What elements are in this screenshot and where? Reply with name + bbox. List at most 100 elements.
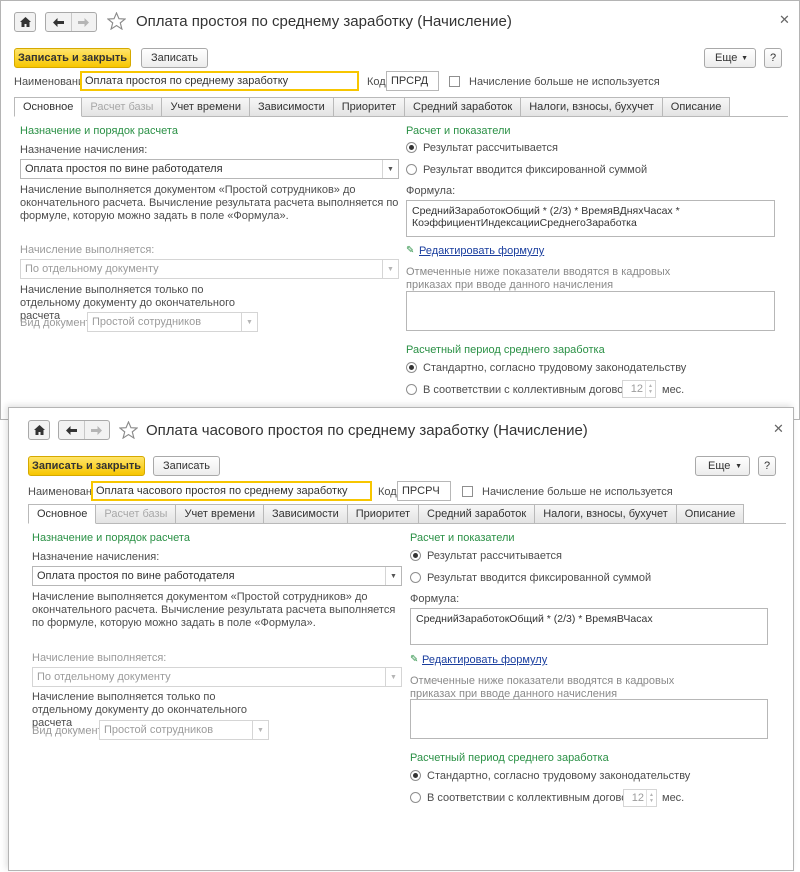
save-button[interactable]: Записать <box>153 456 220 476</box>
months-stepper: 12 ▲ ▼ <box>623 789 657 807</box>
tab-taxes[interactable]: Налоги, взносы, бухучет <box>521 97 663 117</box>
purpose-value: Оплата простоя по вине работодателя <box>25 163 223 175</box>
formula-label: Формула: <box>410 593 460 605</box>
tab-bar: Основное Расчет базы Учет времени Зависи… <box>28 504 745 524</box>
home-icon <box>19 17 31 27</box>
doc-type-value: Простой сотрудников <box>104 724 214 736</box>
arrow-left-icon <box>52 17 64 27</box>
purpose-label: Назначение начисления: <box>32 551 160 563</box>
indicators-list[interactable] <box>410 699 768 739</box>
arrow-right-icon <box>91 425 103 435</box>
close-icon[interactable]: ✕ <box>773 421 784 437</box>
indicators-list[interactable] <box>406 291 775 331</box>
radio-result-calculated[interactable] <box>410 550 421 561</box>
formula-field[interactable]: СреднийЗаработокОбщий * (2/3) * ВремяВДн… <box>406 200 775 237</box>
months-value: 12 <box>630 383 643 395</box>
radio-result-fixed[interactable] <box>410 572 421 583</box>
unused-checkbox[interactable] <box>462 486 473 497</box>
radio-result-calculated-label: Результат рассчитывается <box>427 550 562 562</box>
radio-period-standard-label: Стандартно, согласно трудовому законодат… <box>427 770 691 782</box>
close-icon[interactable]: ✕ <box>779 12 790 28</box>
radio-period-standard[interactable] <box>410 770 421 781</box>
window-title: Оплата часового простоя по среднему зара… <box>146 422 588 439</box>
performed-value: По отдельному документу <box>25 263 159 275</box>
arrow-left-icon <box>65 425 77 435</box>
months-unit: мес. <box>662 384 685 396</box>
calc-section-title: Расчет и показатели <box>410 532 515 544</box>
stepper-arrows-icon: ▲ ▼ <box>645 381 655 397</box>
tab-bar: Основное Расчет базы Учет времени Зависи… <box>14 97 731 117</box>
unused-label: Начисление больше не используется <box>482 486 673 498</box>
radio-period-agreement-label: В соответствии с коллективным договором <box>427 792 648 804</box>
code-field[interactable]: ПРСРД <box>386 71 439 91</box>
save-and-close-button[interactable]: Записать и закрыть <box>14 48 131 68</box>
unused-checkbox[interactable] <box>449 76 460 87</box>
performed-dropdown: По отдельному документу ▼ <box>20 259 399 279</box>
help-button[interactable]: ? <box>758 456 776 476</box>
tab-time-accounting[interactable]: Учет времени <box>162 97 250 117</box>
performed-value: По отдельному документу <box>37 671 171 683</box>
pencil-icon: ✎ <box>410 654 419 665</box>
tab-description[interactable]: Описание <box>662 97 731 117</box>
tab-priority[interactable]: Приоритет <box>333 97 406 117</box>
name-field[interactable]: Оплата часового простоя по среднему зара… <box>91 481 372 501</box>
formula-field[interactable]: СреднийЗаработокОбщий * (2/3) * ВремяВЧа… <box>410 608 768 645</box>
radio-result-calculated[interactable] <box>406 142 417 153</box>
purpose-dropdown[interactable]: Оплата простоя по вине работодателя ▼ <box>32 566 402 586</box>
nav-arrows <box>45 12 97 32</box>
forward-button[interactable] <box>70 13 97 31</box>
code-field[interactable]: ПРСРЧ <box>397 481 451 501</box>
tab-taxes[interactable]: Налоги, взносы, бухучет <box>535 504 677 524</box>
radio-period-agreement[interactable] <box>410 792 421 803</box>
save-button[interactable]: Записать <box>141 48 208 68</box>
tab-average-earnings[interactable]: Средний заработок <box>405 97 522 117</box>
edit-formula-link[interactable]: Редактировать формулу <box>419 245 544 257</box>
window-title: Оплата простоя по среднему заработку (На… <box>136 13 512 30</box>
home-button[interactable] <box>14 12 36 32</box>
tab-base-calc[interactable]: Расчет базы <box>96 504 177 524</box>
doc-type-value: Простой сотрудников <box>92 316 202 328</box>
tab-priority[interactable]: Приоритет <box>347 504 420 524</box>
tab-average-earnings[interactable]: Средний заработок <box>419 504 536 524</box>
more-label: Еще <box>715 52 738 64</box>
accrual-window-1: Оплата простоя по среднему заработку (На… <box>0 0 800 420</box>
tab-main[interactable]: Основное <box>28 504 97 524</box>
name-field[interactable]: Оплата простоя по среднему заработку <box>80 71 359 91</box>
period-section-title: Расчетный период среднего заработка <box>410 752 609 764</box>
tab-time-accounting[interactable]: Учет времени <box>176 504 264 524</box>
back-button[interactable] <box>59 421 84 439</box>
months-unit: мес. <box>662 792 685 804</box>
purpose-section-title: Назначение и порядок расчета <box>20 125 178 137</box>
purpose-value: Оплата простоя по вине работодателя <box>37 570 235 582</box>
performed-label: Начисление выполняется: <box>20 244 155 256</box>
more-menu-button[interactable]: Еще ▼ <box>704 48 756 68</box>
radio-result-fixed[interactable] <box>406 164 417 175</box>
radio-period-agreement[interactable] <box>406 384 417 395</box>
edit-formula-link[interactable]: Редактировать формулу <box>422 654 547 666</box>
home-button[interactable] <box>28 420 50 440</box>
star-icon[interactable] <box>107 12 126 30</box>
radio-period-agreement-label: В соответствии с коллективным договором <box>423 384 644 396</box>
radio-period-standard[interactable] <box>406 362 417 373</box>
tab-main[interactable]: Основное <box>14 97 83 117</box>
tab-dependencies[interactable]: Зависимости <box>250 97 334 117</box>
tab-base-calc[interactable]: Расчет базы <box>82 97 163 117</box>
tab-description[interactable]: Описание <box>676 504 745 524</box>
help-button[interactable]: ? <box>764 48 782 68</box>
purpose-dropdown[interactable]: Оплата простоя по вине работодателя ▼ <box>20 159 399 179</box>
performed-label: Начисление выполняется: <box>32 652 167 664</box>
tab-dependencies[interactable]: Зависимости <box>264 504 348 524</box>
purpose-note: Начисление выполняется документом «Прост… <box>20 184 399 222</box>
forward-button[interactable] <box>83 421 110 439</box>
radio-period-standard-label: Стандартно, согласно трудовому законодат… <box>423 362 687 374</box>
save-and-close-button[interactable]: Записать и закрыть <box>28 456 145 476</box>
stepper-arrows-icon: ▲ ▼ <box>646 790 656 806</box>
accrual-window-2: Оплата часового простоя по среднему зара… <box>8 407 794 871</box>
back-button[interactable] <box>46 13 71 31</box>
chevron-down-icon: ▼ <box>382 260 398 278</box>
purpose-label: Назначение начисления: <box>20 144 148 156</box>
months-value: 12 <box>631 792 644 804</box>
star-icon[interactable] <box>119 421 138 439</box>
more-menu-button[interactable]: Еще ▼ <box>695 456 750 476</box>
arrow-right-icon <box>78 17 90 27</box>
